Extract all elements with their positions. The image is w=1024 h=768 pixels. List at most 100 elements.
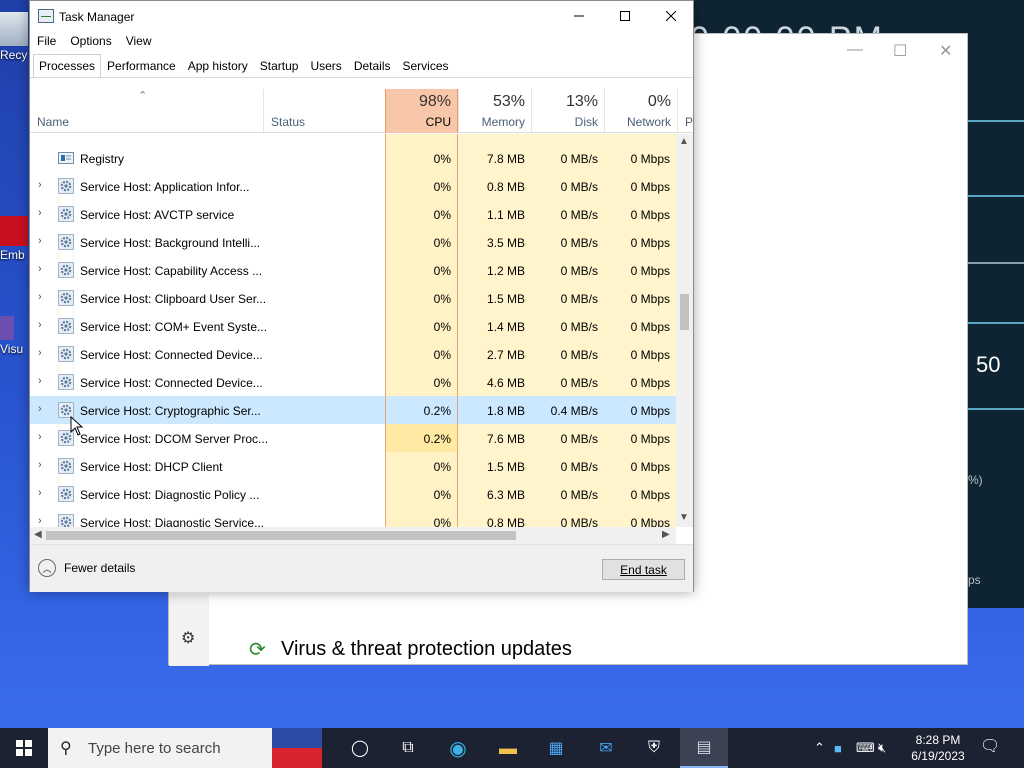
scroll-left-icon[interactable]: ◀	[34, 529, 42, 540]
process-row[interactable]: › Service Host: Background Intelli... 0% 3.…	[30, 228, 676, 256]
network-cell: 0 Mbps	[604, 172, 676, 200]
expand-chevron-icon[interactable]: ›	[38, 459, 48, 471]
memory-label: Memory	[481, 115, 525, 129]
security-button[interactable]: ⛨	[630, 728, 678, 768]
title-bar[interactable]: Task Manager	[30, 1, 693, 31]
expand-chevron-icon[interactable]: ›	[38, 487, 48, 499]
chevron-up-icon[interactable]: ⌃	[814, 740, 834, 756]
menu-file[interactable]: File	[30, 32, 63, 52]
column-header-memory[interactable]: 53% Memory	[458, 89, 531, 133]
disk-cell: 0 MB/s	[531, 424, 604, 452]
process-row[interactable]: › Service Host: Cryptographic Ser... 0.2% 1…	[30, 396, 676, 424]
process-name: Service Host: Clipboard User Ser...	[80, 292, 267, 306]
settings-gear-icon[interactable]: ⚙	[181, 628, 195, 648]
vertical-scrollbar[interactable]: ▲ ▼	[676, 134, 693, 527]
cpu-cell: 0%	[385, 452, 458, 480]
maximize-button[interactable]	[602, 1, 648, 31]
process-row[interactable]: › Service Host: Connected Device... 0% 2.7 …	[30, 340, 676, 368]
tab-details[interactable]: Details	[348, 54, 397, 78]
column-header-status[interactable]: Status	[263, 89, 385, 133]
process-row[interactable]: › Service Host: DHCP Client 0% 1.5 MB 0 MB/s…	[30, 452, 676, 480]
process-row-partial[interactable]	[30, 134, 676, 144]
task-view-button[interactable]: ⧉	[384, 728, 432, 768]
volume-muted-icon[interactable]: 🔇︎	[878, 740, 900, 756]
disk-cell: 0 MB/s	[531, 508, 604, 527]
scroll-up-icon[interactable]: ▲	[679, 136, 689, 147]
column-header-cpu[interactable]: 98% CPU	[385, 89, 458, 133]
process-row[interactable]: › Service Host: AVCTP service 0% 1.1 MB 0 MB…	[30, 200, 676, 228]
tray-app-icon[interactable]: ■	[834, 741, 856, 756]
tab-performance[interactable]: Performance	[101, 54, 182, 78]
column-header-power[interactable]: P	[677, 89, 693, 133]
network-cell: 0 Mbps	[604, 508, 676, 527]
column-header-disk[interactable]: 13% Disk	[531, 89, 604, 133]
expand-chevron-icon[interactable]: ›	[38, 179, 48, 191]
vertical-scroll-thumb[interactable]	[680, 294, 689, 330]
expand-chevron-icon[interactable]: ›	[38, 375, 48, 387]
start-button[interactable]	[0, 728, 48, 768]
notification-center-icon[interactable]: 🗨︎	[980, 736, 1000, 756]
network-icon[interactable]: ⌨	[856, 740, 878, 756]
power-label-truncated: P	[685, 115, 694, 129]
taskbar: ⚲ Type here to search ◯ ⧉ ◉ ▬ ▦ ✉ ⛨ ▤ ⌃ …	[0, 728, 1024, 768]
process-row[interactable]: › Service Host: DCOM Server Proc... 0.2% 7.…	[30, 424, 676, 452]
horizontal-scroll-thumb[interactable]	[46, 531, 516, 540]
disk-cell: 0 MB/s	[531, 144, 604, 172]
fewer-details-button[interactable]: ︿ Fewer details	[38, 559, 135, 577]
mail-button[interactable]: ✉	[582, 728, 630, 768]
expand-chevron-icon[interactable]: ›	[38, 431, 48, 443]
process-row[interactable]: › Service Host: Diagnostic Service... 0% 0.…	[30, 508, 676, 527]
expand-chevron-icon[interactable]: ›	[38, 403, 48, 415]
store-icon: ▦	[548, 740, 564, 757]
tab-processes[interactable]: Processes	[33, 54, 102, 78]
tab-users[interactable]: Users	[304, 54, 347, 78]
service-host-gear-icon	[58, 458, 74, 474]
end-task-button[interactable]: End task	[602, 559, 685, 580]
tab-services[interactable]: Services	[397, 54, 455, 78]
process-row[interactable]: › Service Host: Capability Access ... 0% 1.…	[30, 256, 676, 284]
process-row[interactable]: › Service Host: Diagnostic Policy ... 0% 6.…	[30, 480, 676, 508]
menu-view[interactable]: View	[119, 32, 159, 52]
menu-options[interactable]: Options	[63, 32, 118, 52]
scroll-down-icon[interactable]: ▼	[679, 512, 689, 523]
windows-logo-icon	[16, 740, 32, 756]
process-row[interactable]: Registry 0% 7.8 MB 0 MB/s 0 Mbps	[30, 144, 676, 172]
tab-app-history[interactable]: App history	[182, 54, 254, 78]
task-manager-icon: ▤	[696, 739, 712, 756]
expand-chevron-icon[interactable]: ›	[38, 291, 48, 303]
minimize-button[interactable]	[556, 1, 602, 31]
horizontal-scrollbar[interactable]: ◀ ▶	[30, 527, 676, 544]
search-highlight-image[interactable]	[272, 728, 322, 768]
cpu-cell: 0.2%	[385, 424, 458, 452]
close-icon[interactable]: ✕	[939, 41, 952, 61]
tab-startup[interactable]: Startup	[254, 54, 305, 78]
minimize-icon[interactable]: —	[847, 41, 863, 59]
scroll-right-icon[interactable]: ▶	[662, 529, 670, 540]
store-button[interactable]: ▦	[532, 728, 580, 768]
column-header-name[interactable]: ⌃ Name	[30, 89, 263, 133]
file-explorer-button[interactable]: ▬	[484, 728, 532, 768]
service-host-gear-icon	[58, 346, 74, 362]
memory-cell: 1.8 MB	[458, 396, 531, 424]
close-button[interactable]	[648, 1, 694, 31]
maximize-icon[interactable]: ☐	[893, 41, 907, 61]
taskbar-clock[interactable]: 8:28 PM 6/19/2023	[906, 732, 970, 764]
network-cell: 0 Mbps	[604, 256, 676, 284]
expand-chevron-icon[interactable]: ›	[38, 319, 48, 331]
process-row[interactable]: › Service Host: Application Infor... 0% 0.8…	[30, 172, 676, 200]
tab-bar: Processes Performance App history Startu…	[33, 54, 455, 78]
expand-chevron-icon[interactable]: ›	[38, 235, 48, 247]
task-manager-taskbar-button[interactable]: ▤	[680, 728, 728, 768]
expand-chevron-icon[interactable]: ›	[38, 207, 48, 219]
cortana-button[interactable]: ◯	[336, 728, 384, 768]
disk-cell: 0 MB/s	[531, 480, 604, 508]
expand-chevron-icon[interactable]: ›	[38, 263, 48, 275]
column-header-network[interactable]: 0% Network	[604, 89, 677, 133]
process-row[interactable]: › Service Host: COM+ Event Syste... 0% 1.4 …	[30, 312, 676, 340]
edge-button[interactable]: ◉	[434, 728, 482, 768]
process-row[interactable]: › Service Host: Connected Device... 0% 4.6 …	[30, 368, 676, 396]
process-row[interactable]: › Service Host: Clipboard User Ser... 0% 1.…	[30, 284, 676, 312]
expand-chevron-icon[interactable]: ›	[38, 515, 48, 527]
expand-chevron-icon[interactable]: ›	[38, 347, 48, 359]
taskbar-search-box[interactable]: ⚲ Type here to search	[48, 728, 322, 768]
